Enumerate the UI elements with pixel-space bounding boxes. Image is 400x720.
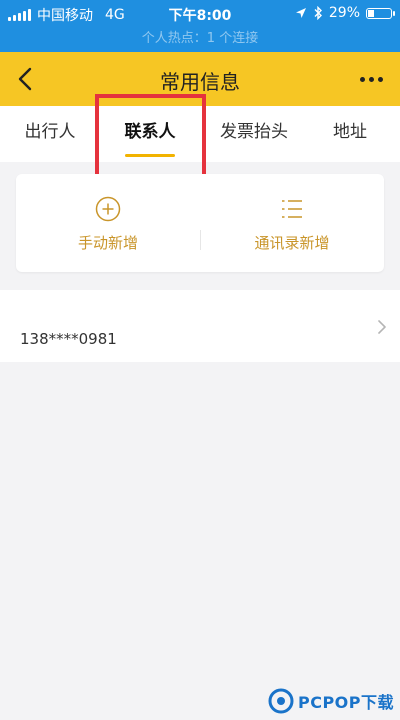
manual-add-label: 手动新增: [77, 234, 138, 252]
bluetooth-icon: [314, 6, 322, 20]
tab-address[interactable]: 地址: [310, 106, 390, 162]
battery-icon: [366, 7, 395, 19]
hotspot-banner[interactable]: 个人热点：1 个连接: [0, 30, 400, 52]
location-arrow-icon: [295, 8, 306, 18]
battery-percent: 29%: [328, 5, 360, 21]
more-button[interactable]: [360, 73, 386, 85]
contacts-add-label: 通讯录新增: [254, 234, 330, 252]
chevron-right-icon: [378, 320, 386, 334]
header-bar: 常用信息: [0, 52, 400, 106]
plus-circle-icon: [95, 196, 121, 222]
pcpop-logo-icon: [268, 688, 294, 714]
tab-invoice-titles[interactable]: 发票抬头: [208, 106, 300, 162]
status-right: 29%: [295, 5, 395, 21]
back-button[interactable]: [12, 63, 42, 95]
add-actions-card: 手动新增 通讯录新增: [16, 174, 384, 272]
contact-list-item[interactable]: 138****0981: [0, 290, 400, 362]
tab-bar: 出行人 联系人 发票抬头 地址: [0, 106, 400, 162]
contacts-add-button[interactable]: 通讯录新增: [200, 174, 384, 272]
contact-phone: 138****0981: [20, 330, 117, 348]
active-tab-indicator: [125, 154, 175, 157]
pcpop-watermark: PCPOP下载: [268, 688, 394, 714]
page-title: 常用信息: [160, 70, 240, 94]
list-icon: [282, 200, 302, 218]
tab-travelers[interactable]: 出行人: [8, 106, 92, 162]
watermark-text: PCPOP下载: [297, 693, 394, 712]
back-chevron-icon: [18, 67, 32, 91]
more-dots-icon: [360, 76, 383, 82]
manual-add-button[interactable]: 手动新增: [16, 174, 200, 272]
status-bar: 中国移动 4G 下午8:00 29%: [0, 0, 400, 30]
